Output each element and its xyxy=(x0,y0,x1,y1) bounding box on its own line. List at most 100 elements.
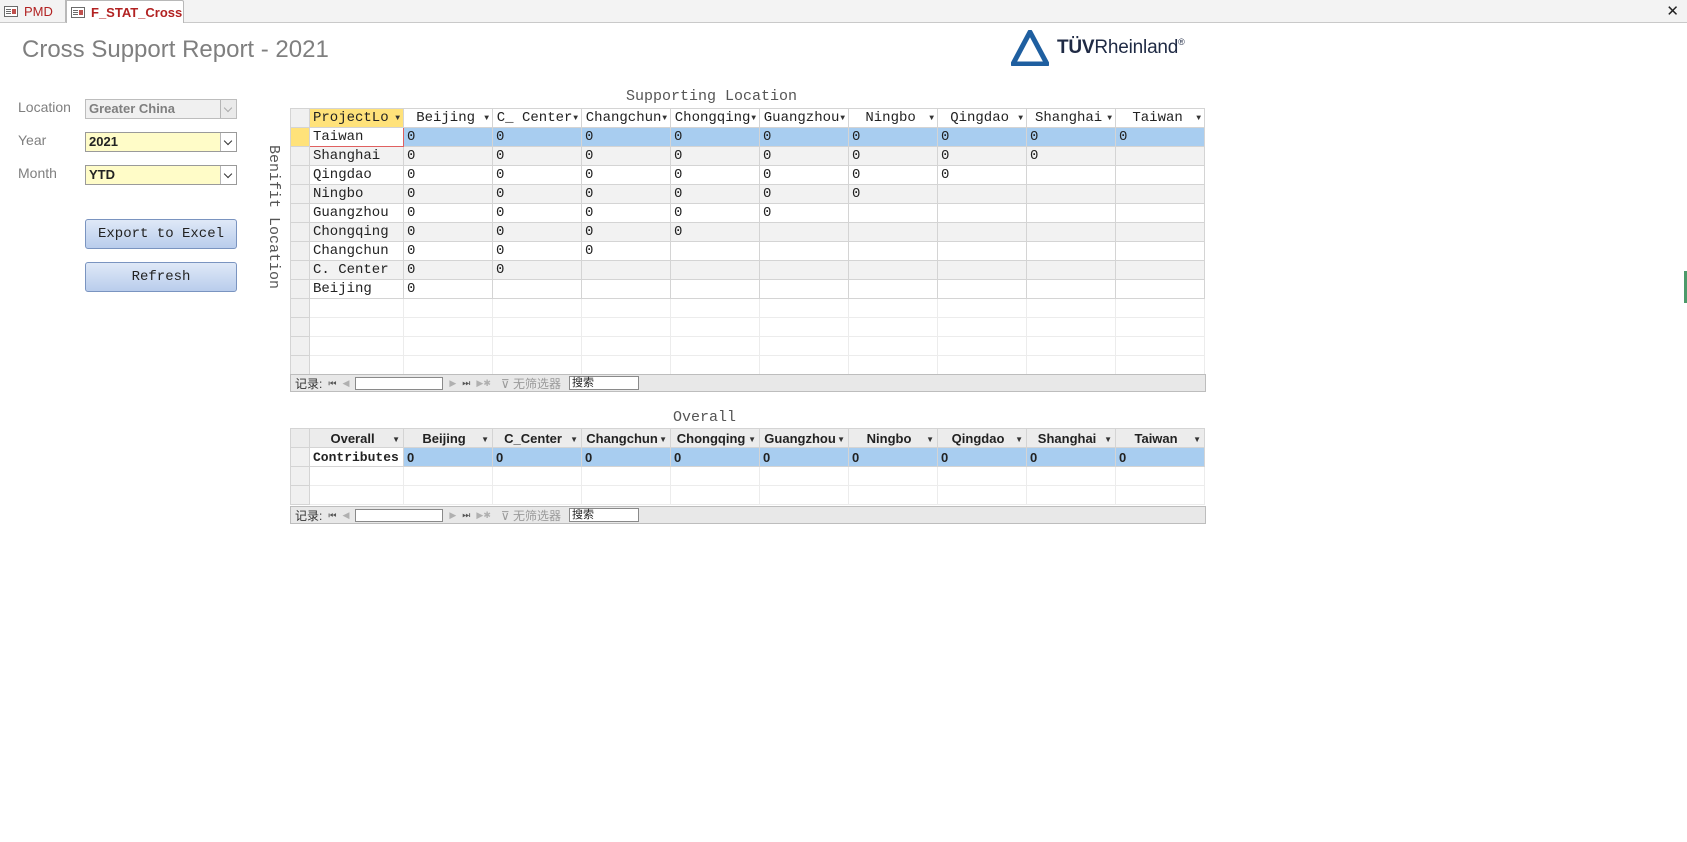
data-cell[interactable]: 0 xyxy=(759,127,849,147)
sort-filter-dropdown-icon[interactable]: ▼ xyxy=(748,435,756,444)
data-cell[interactable]: 0 xyxy=(403,447,493,467)
data-cell[interactable]: 0 xyxy=(581,127,671,147)
data-cell[interactable] xyxy=(848,260,938,280)
column-header[interactable]: ▼ Chongqing xyxy=(670,428,760,448)
row-label-cell[interactable]: Qingdao xyxy=(309,165,404,185)
data-cell[interactable]: 0 xyxy=(759,146,849,166)
data-cell[interactable] xyxy=(670,260,760,280)
data-cell[interactable] xyxy=(1026,279,1116,299)
select-all-corner[interactable] xyxy=(290,428,310,448)
data-cell[interactable] xyxy=(937,279,1027,299)
data-cell[interactable]: 0 xyxy=(581,184,671,204)
refresh-button[interactable]: Refresh xyxy=(85,262,237,292)
data-cell[interactable] xyxy=(670,241,760,261)
sort-filter-dropdown-icon[interactable]: ▼ xyxy=(1193,435,1201,444)
data-cell[interactable]: 0 xyxy=(581,222,671,242)
first-record-icon[interactable]: ⏮ xyxy=(328,378,336,389)
data-cell[interactable] xyxy=(1026,241,1116,261)
data-cell[interactable]: 0 xyxy=(848,146,938,166)
sort-filter-dropdown-icon[interactable]: ▼ xyxy=(1104,435,1112,444)
data-cell[interactable]: 0 xyxy=(670,184,760,204)
no-filter-button[interactable]: ⊽ 无筛选器 xyxy=(501,375,561,392)
sort-filter-dropdown-icon[interactable]: ▼ xyxy=(1018,114,1023,123)
data-cell[interactable] xyxy=(1115,241,1205,261)
tab-f-stat-cross[interactable]: F_STAT_Cross xyxy=(66,0,184,23)
data-cell[interactable] xyxy=(848,203,938,223)
new-record-icon[interactable]: ▶✱ xyxy=(476,378,490,389)
column-header[interactable]: ▼ Ningbo xyxy=(848,428,938,448)
column-header[interactable]: ▼ Changchun xyxy=(581,108,671,128)
sort-filter-dropdown-icon[interactable]: ▼ xyxy=(573,114,578,123)
column-header[interactable]: ▼ Ningbo xyxy=(848,108,938,128)
column-header[interactable]: ▼ Qingdao xyxy=(937,428,1027,448)
data-cell[interactable]: 0 xyxy=(1026,447,1116,467)
last-record-icon[interactable]: ⏭ xyxy=(462,378,470,389)
table-row[interactable]: Beijing 0 xyxy=(290,279,1205,299)
row-label-cell[interactable]: Changchun xyxy=(309,241,404,261)
table-row[interactable]: Taiwan 0 0 0 0 0 0 0 0 0 xyxy=(290,127,1205,147)
data-cell[interactable]: 0 xyxy=(848,127,938,147)
sort-filter-dropdown-icon[interactable]: ▼ xyxy=(1107,114,1112,123)
previous-record-icon[interactable]: ◀ xyxy=(342,378,349,389)
select-all-corner[interactable] xyxy=(290,108,310,128)
no-filter-button[interactable]: ⊽ 无筛选器 xyxy=(501,507,561,524)
record-selector[interactable] xyxy=(290,241,310,261)
first-record-icon[interactable]: ⏮ xyxy=(328,510,336,521)
column-header[interactable]: ▼ Shanghai xyxy=(1026,428,1116,448)
column-header[interactable]: ▼ Beijing xyxy=(403,428,493,448)
data-cell[interactable]: 0 xyxy=(403,184,493,204)
sort-filter-dropdown-icon[interactable]: ▼ xyxy=(392,435,400,444)
data-cell[interactable]: 0 xyxy=(848,447,938,467)
data-cell[interactable]: 0 xyxy=(492,184,582,204)
column-header[interactable]: ▼ Guangzhou xyxy=(759,108,849,128)
data-cell[interactable] xyxy=(1026,184,1116,204)
sort-filter-dropdown-icon[interactable]: ▼ xyxy=(840,114,845,123)
data-cell[interactable] xyxy=(1026,203,1116,223)
data-cell[interactable]: 0 xyxy=(937,165,1027,185)
data-cell[interactable] xyxy=(937,203,1027,223)
data-cell[interactable] xyxy=(848,279,938,299)
data-cell[interactable]: 0 xyxy=(670,165,760,185)
record-selector[interactable] xyxy=(290,203,310,223)
tab-pmd[interactable]: PMD xyxy=(0,0,66,22)
sort-filter-dropdown-icon[interactable]: ▼ xyxy=(837,435,845,444)
data-cell[interactable] xyxy=(937,241,1027,261)
data-cell[interactable]: 0 xyxy=(581,165,671,185)
column-header[interactable]: ▼ Chongqing xyxy=(670,108,760,128)
sort-filter-dropdown-icon[interactable]: ▼ xyxy=(751,114,756,123)
data-cell[interactable]: 0 xyxy=(492,165,582,185)
chevron-down-icon[interactable] xyxy=(220,133,236,151)
record-selector[interactable] xyxy=(290,279,310,299)
export-to-excel-button[interactable]: Export to Excel xyxy=(85,219,237,249)
record-selector[interactable] xyxy=(290,165,310,185)
data-cell[interactable]: 0 xyxy=(759,203,849,223)
data-cell[interactable]: 0 xyxy=(492,447,582,467)
data-cell[interactable]: 0 xyxy=(581,241,671,261)
data-cell[interactable] xyxy=(492,279,582,299)
column-header[interactable]: ▼ C_Center xyxy=(492,428,582,448)
data-cell[interactable]: 0 xyxy=(1115,127,1205,147)
chevron-down-icon[interactable] xyxy=(220,100,236,118)
data-cell[interactable]: 0 xyxy=(403,203,493,223)
data-cell[interactable] xyxy=(581,279,671,299)
sort-filter-dropdown-icon[interactable]: ▼ xyxy=(926,435,934,444)
data-cell[interactable]: 0 xyxy=(403,279,493,299)
data-cell[interactable] xyxy=(1115,184,1205,204)
data-cell[interactable] xyxy=(1115,165,1205,185)
data-cell[interactable]: 0 xyxy=(670,447,760,467)
data-cell[interactable]: 0 xyxy=(492,203,582,223)
sort-filter-dropdown-icon[interactable]: ▼ xyxy=(484,114,489,123)
chevron-down-icon[interactable] xyxy=(220,166,236,184)
data-cell[interactable]: 0 xyxy=(848,165,938,185)
data-cell[interactable]: 0 xyxy=(403,165,493,185)
month-combo[interactable]: YTD xyxy=(85,165,237,185)
column-header[interactable]: ▼ C_ Center xyxy=(492,108,582,128)
previous-record-icon[interactable]: ◀ xyxy=(342,510,349,521)
data-cell[interactable]: 0 xyxy=(670,203,760,223)
close-icon[interactable]: ✕ xyxy=(1666,2,1679,20)
table-row[interactable]: Shanghai 0 0 0 0 0 0 0 0 xyxy=(290,146,1205,166)
data-cell[interactable] xyxy=(937,260,1027,280)
row-label-cell[interactable]: Chongqing xyxy=(309,222,404,242)
row-label-cell[interactable]: C. Center xyxy=(309,260,404,280)
data-cell[interactable] xyxy=(1115,203,1205,223)
